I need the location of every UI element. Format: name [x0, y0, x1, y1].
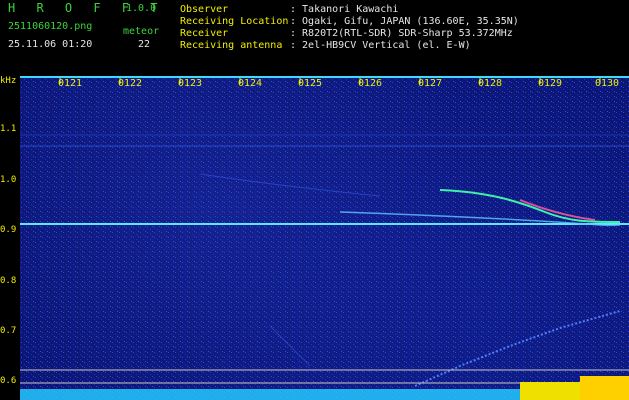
- x-tick-label: 0124: [238, 78, 263, 89]
- x-tick-label: 0123: [178, 78, 203, 89]
- y-unit-label: kHz: [0, 76, 17, 86]
- receiver-value: : R820T2(RTL-SDR) SDR-Sharp 53.372MHz: [290, 28, 513, 39]
- y-tick-label: 1.0: [0, 175, 17, 185]
- y-tick-label: 0.7: [0, 326, 17, 336]
- file-name: 2511060120.png: [8, 21, 93, 32]
- x-tick-label: 0126: [358, 78, 383, 89]
- receiver-label: Receiver: [180, 28, 229, 39]
- observer-value: : Takanori Kawachi: [290, 4, 399, 15]
- x-tick-label: 0122: [118, 78, 143, 89]
- y-tick-label: 0.6: [0, 376, 17, 386]
- timestamp: 25.11.06 01:20: [8, 39, 93, 50]
- app-version: 1.0.0: [126, 3, 157, 14]
- y-tick-label: 0.8: [0, 276, 17, 286]
- antenna-label: Receiving antenna: [180, 40, 283, 51]
- x-tick-label: 0127: [418, 78, 443, 89]
- spectrogram-svg: [20, 76, 629, 400]
- x-tick-label: 0128: [478, 78, 503, 89]
- x-tick-label: 0121: [58, 78, 83, 89]
- header-panel: H R O F F T 1.0.0 2511060120.png 25.11.0…: [0, 0, 629, 76]
- x-tick-label: 0129: [538, 78, 563, 89]
- spectrogram: [20, 76, 629, 400]
- signal-level-bars-peak: [580, 376, 629, 400]
- meteor-label: meteor: [123, 26, 160, 37]
- location-value: : Ogaki, Gifu, JAPAN (136.60E, 35.35N): [290, 16, 519, 27]
- y-tick-label: 0.9: [0, 225, 17, 235]
- x-tick-label: 0125: [298, 78, 323, 89]
- signal-level-bars: [20, 389, 520, 400]
- y-axis: kHz 1.1 1.0 0.9 0.8 0.7 0.6: [0, 76, 20, 400]
- antenna-value: : 2el-HB9CV Vertical (el. E-W): [290, 40, 471, 51]
- location-label: Receiving Location: [180, 16, 289, 27]
- meteor-count: 22: [138, 39, 151, 50]
- y-tick-label: 1.1: [0, 124, 17, 134]
- x-tick-label: 0130: [595, 78, 620, 89]
- observer-label: Observer: [180, 4, 229, 15]
